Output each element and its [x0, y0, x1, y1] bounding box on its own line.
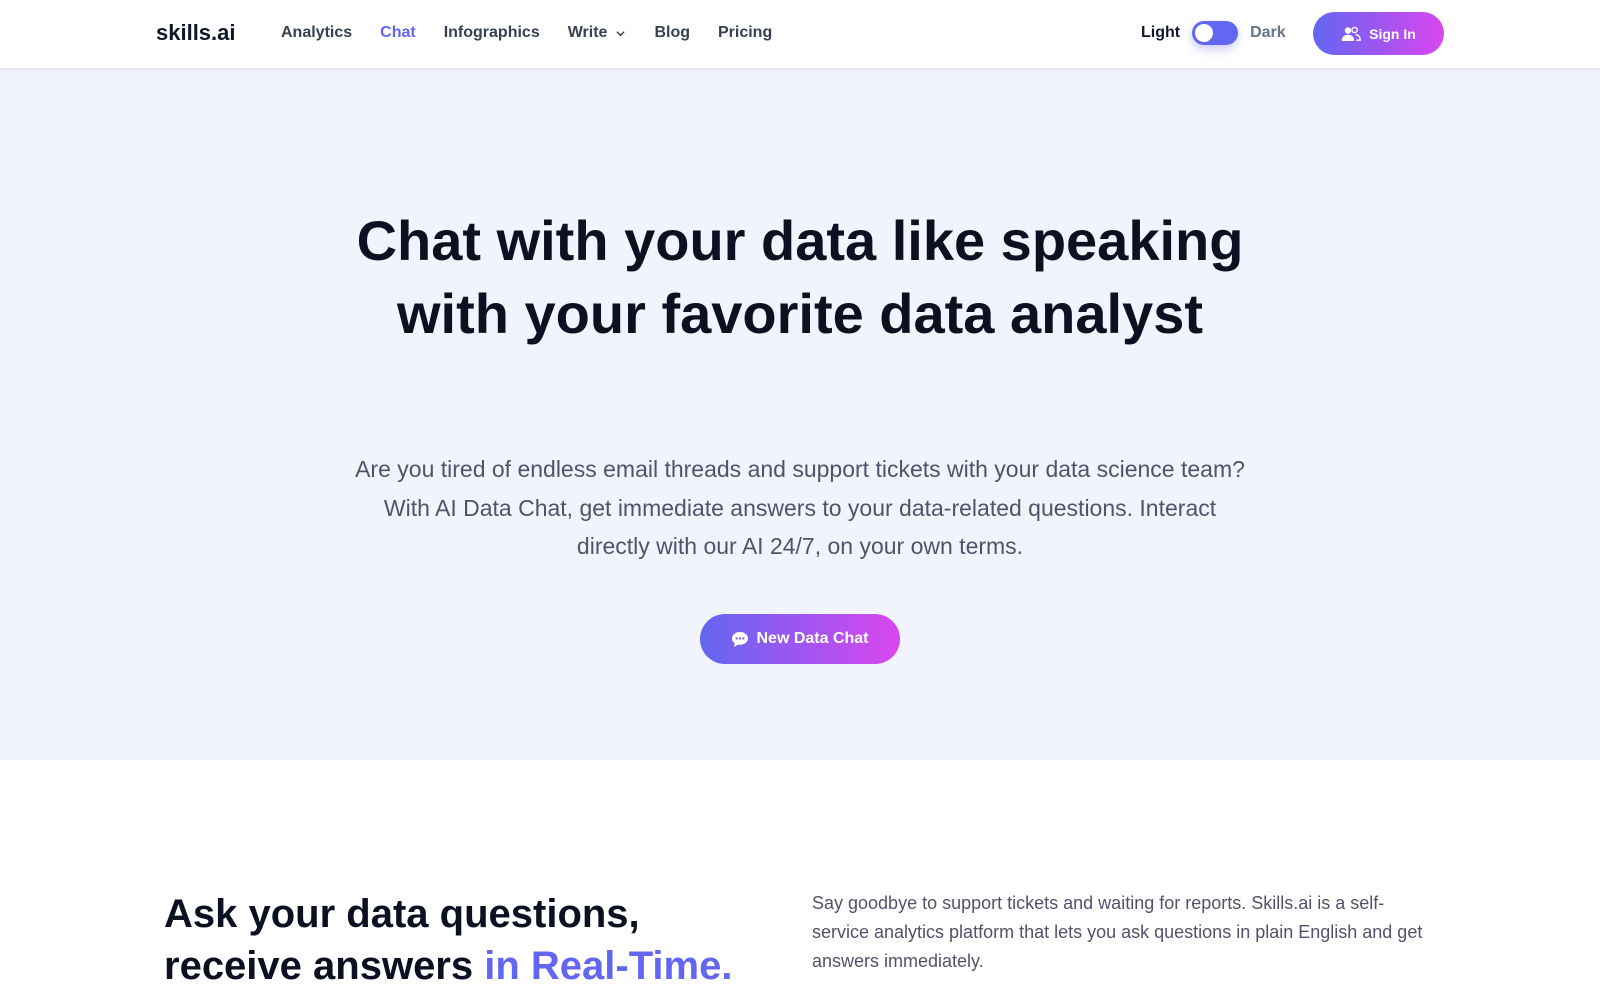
feature-description: Say goodbye to support tickets and waiti…	[812, 893, 1423, 971]
feature-title: Ask your data questions, receive answers…	[164, 888, 784, 992]
feature-title-accent: in Real-Time.	[484, 944, 733, 988]
main-nav: Analytics Chat Infographics Write Blog P…	[281, 24, 800, 42]
chevron-down-icon	[616, 30, 625, 36]
nav-blog[interactable]: Blog	[654, 24, 690, 42]
nav-pricing[interactable]: Pricing	[718, 24, 772, 42]
nav-chat-label: Chat	[380, 24, 416, 41]
theme-toggle[interactable]	[1192, 21, 1239, 45]
nav-chat[interactable]: Chat	[380, 24, 416, 42]
logo[interactable]: skills.ai	[156, 20, 236, 46]
nav-analytics-label: Analytics	[281, 24, 353, 41]
new-data-chat-label: New Data Chat	[756, 630, 869, 647]
theme-switcher: Light Dark	[1141, 21, 1286, 45]
nav-infographics-label: Infographics	[443, 24, 540, 41]
users-icon	[1341, 26, 1362, 41]
nav-pricing-label: Pricing	[717, 24, 773, 41]
sign-in-button[interactable]: Sign In	[1313, 12, 1444, 55]
nav-blog-label: Blog	[654, 24, 690, 41]
top-navbar: skills.ai Analytics Chat Infographics Wr…	[0, 0, 1600, 68]
nav-write-label: Write	[567, 24, 608, 41]
nav-analytics[interactable]: Analytics	[281, 24, 352, 42]
sign-in-label: Sign In	[1369, 25, 1416, 42]
hero-subtitle: Are you tired of endless email threads a…	[355, 456, 1245, 559]
nav-infographics[interactable]: Infographics	[444, 24, 540, 42]
theme-toggle-knob	[1195, 24, 1214, 42]
theme-light-label: Light	[1141, 24, 1181, 41]
new-data-chat-button[interactable]: New Data Chat	[700, 614, 900, 664]
hero-section: Chat with your data like speaking with y…	[0, 68, 1600, 760]
hero-title: Chat with your data like speaking with y…	[356, 209, 1244, 345]
theme-dark-label: Dark	[1250, 24, 1286, 41]
nav-write-dropdown[interactable]: Write	[568, 24, 627, 42]
chat-bubble-icon	[732, 631, 749, 647]
